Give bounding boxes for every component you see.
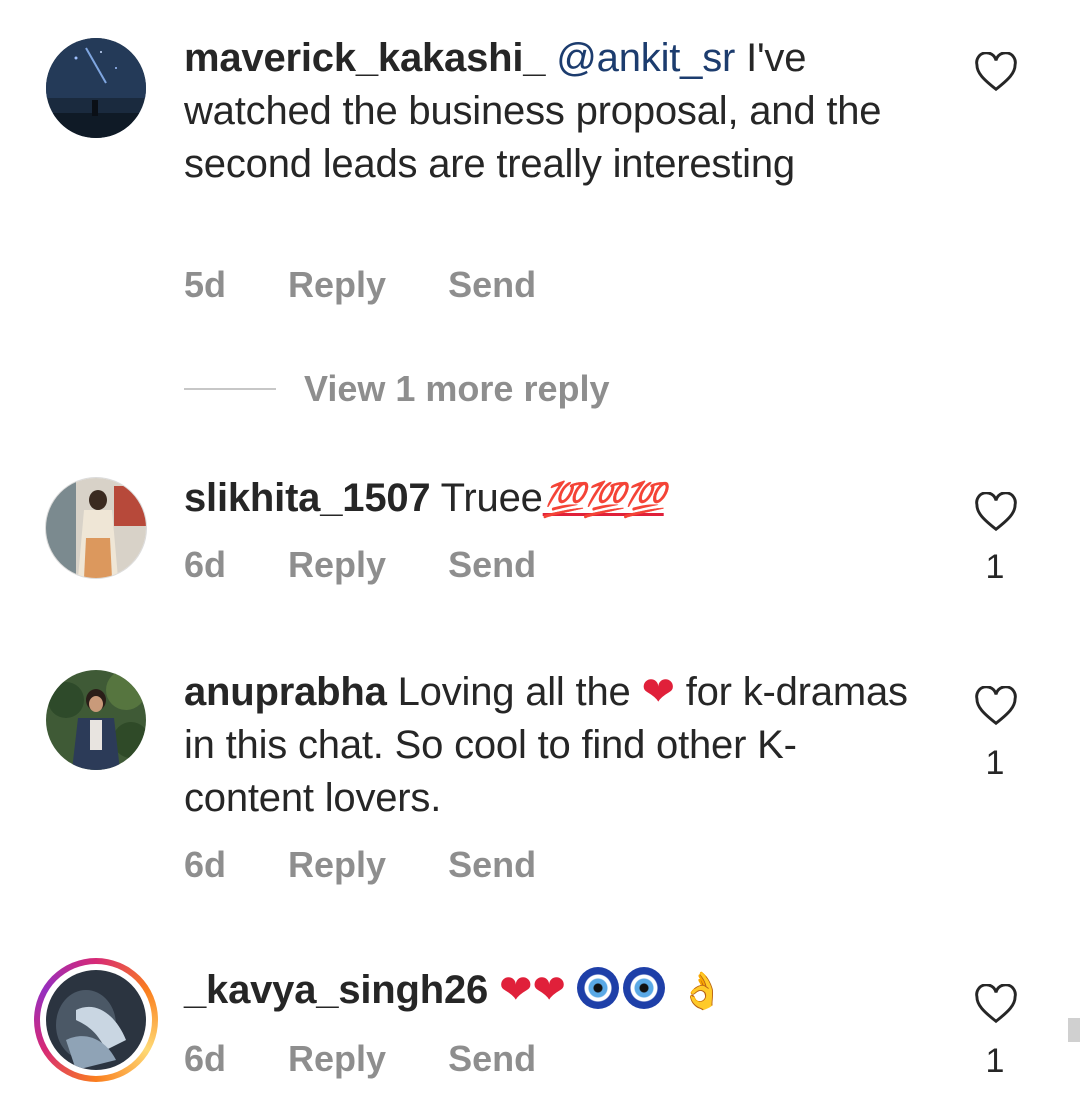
red-hearts-emoji: ❤❤ bbox=[499, 967, 566, 1013]
username[interactable]: maverick_kakashi_ bbox=[184, 36, 546, 80]
avatar[interactable] bbox=[46, 478, 146, 578]
like-count: 1 bbox=[985, 1042, 1005, 1080]
nazar-amulet-emoji bbox=[622, 967, 665, 1009]
send-button[interactable]: Send bbox=[448, 844, 536, 885]
comment-actions: 6d Reply Send bbox=[184, 544, 588, 586]
username[interactable]: slikhita_1507 bbox=[184, 476, 431, 520]
heart-outline-icon[interactable] bbox=[974, 685, 1018, 726]
reply-button[interactable]: Reply bbox=[288, 1038, 386, 1079]
comment-actions: 6d Reply Send bbox=[184, 844, 588, 886]
hundred-points-emoji: 💯💯💯 bbox=[542, 480, 666, 520]
story-ring-avatar[interactable] bbox=[34, 958, 158, 1082]
comment-body-start: Loving all the bbox=[397, 670, 631, 714]
reply-button[interactable]: Reply bbox=[288, 264, 386, 305]
comment-actions: 5d Reply Send bbox=[184, 264, 588, 306]
username[interactable]: _kavya_singh26 bbox=[184, 968, 488, 1012]
comment-body: Truee bbox=[440, 476, 543, 520]
comment-text: slikhita_1507 Truee💯💯💯 bbox=[184, 472, 924, 527]
comment-age: 6d bbox=[184, 1038, 227, 1079]
scrollbar[interactable] bbox=[1068, 1018, 1080, 1042]
send-button[interactable]: Send bbox=[448, 1038, 536, 1079]
like-count: 1 bbox=[985, 744, 1005, 782]
comment-age: 6d bbox=[184, 544, 227, 585]
heart-outline-icon[interactable] bbox=[974, 983, 1018, 1024]
divider-line bbox=[184, 388, 276, 390]
avatar[interactable] bbox=[46, 670, 146, 770]
comment-text: _kavya_singh26 ❤❤ 👌 bbox=[184, 964, 924, 1018]
comment-age: 6d bbox=[184, 844, 227, 885]
pinched-fingers-emoji: 👌 bbox=[679, 971, 725, 1012]
comment-age: 5d bbox=[184, 264, 227, 305]
comment-actions: 6d Reply Send bbox=[184, 1038, 588, 1080]
username[interactable]: anuprabha bbox=[184, 670, 387, 714]
red-heart-emoji: ❤ bbox=[641, 669, 675, 715]
reply-button[interactable]: Reply bbox=[288, 544, 386, 585]
send-button[interactable]: Send bbox=[448, 264, 536, 305]
comment-text: maverick_kakashi_ @ankit_sr I've watched… bbox=[184, 32, 924, 191]
mention-link[interactable]: @ankit_sr bbox=[556, 36, 735, 80]
avatar bbox=[46, 970, 146, 1070]
reply-button[interactable]: Reply bbox=[288, 844, 386, 885]
heart-outline-icon[interactable] bbox=[974, 51, 1018, 92]
view-more-replies-label: View 1 more reply bbox=[304, 368, 610, 409]
comment-text: anuprabha Loving all the ❤ for k-dramas … bbox=[184, 666, 924, 825]
story-ring-gap bbox=[40, 964, 152, 1076]
send-button[interactable]: Send bbox=[448, 544, 536, 585]
like-count: 1 bbox=[985, 548, 1005, 586]
avatar[interactable] bbox=[46, 38, 146, 138]
heart-outline-icon[interactable] bbox=[974, 491, 1018, 532]
nazar-amulet-emoji bbox=[576, 967, 619, 1009]
